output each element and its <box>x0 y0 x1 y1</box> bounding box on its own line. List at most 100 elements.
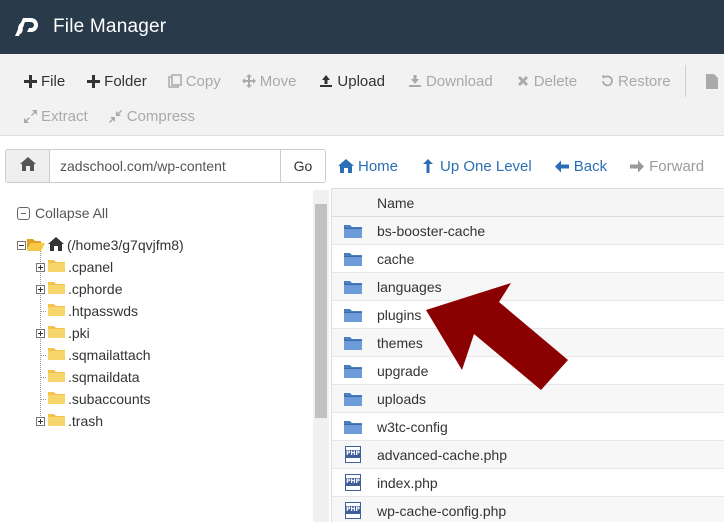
tree-item[interactable]: .cpanel <box>36 257 113 277</box>
plus-icon <box>85 73 101 89</box>
file-name: themes <box>377 334 423 351</box>
tree-item-label: .pki <box>68 325 90 341</box>
tree-root[interactable]: (/home3/g7qvjfm8) <box>17 235 184 255</box>
extract-icon <box>22 108 38 124</box>
copy-label: Copy <box>185 72 221 90</box>
compress-button[interactable]: Compress <box>104 101 199 131</box>
file-row[interactable]: languages <box>332 273 724 301</box>
restore-label: Restore <box>618 72 671 90</box>
file-name: plugins <box>377 306 422 323</box>
file-row[interactable]: w3tc-config <box>332 413 724 441</box>
cpanel-logo-icon[interactable] <box>13 16 43 38</box>
go-button[interactable]: Go <box>280 150 325 182</box>
folder-icon <box>343 418 363 436</box>
upload-button[interactable]: Upload <box>314 66 389 96</box>
plus-icon <box>22 73 38 89</box>
move-button[interactable]: Move <box>237 66 301 96</box>
expand-toggle-icon[interactable] <box>36 284 45 294</box>
file-row[interactable]: upgrade <box>332 357 724 385</box>
file-name: upgrade <box>377 362 429 379</box>
tree-item[interactable]: .sqmailattach <box>36 345 150 365</box>
file-name: wp-cache-config.php <box>377 502 507 519</box>
home-icon <box>338 158 354 174</box>
file-name: uploads <box>377 390 427 407</box>
file-row[interactable]: cache <box>332 245 724 273</box>
expand-toggle-icon[interactable] <box>36 262 45 272</box>
collapse-all-button[interactable]: Collapse All <box>17 205 108 221</box>
file-row[interactable]: themes <box>332 329 724 357</box>
file-name: w3tc-config <box>377 418 448 435</box>
tree-root-label: (/home3/g7qvjfm8) <box>67 237 184 253</box>
scrollbar-thumb[interactable] <box>315 204 327 418</box>
collapse-all-label: Collapse All <box>35 205 109 221</box>
collapse-toggle-icon[interactable] <box>17 240 26 250</box>
new-folder-button[interactable]: Folder <box>81 66 151 96</box>
folder-icon <box>343 306 363 324</box>
up-one-level-label: Up One Level <box>440 157 532 175</box>
home-button[interactable]: Home <box>338 158 398 175</box>
arrow-left-icon <box>554 158 570 174</box>
expand-toggle-icon[interactable] <box>36 328 45 338</box>
download-label: Download <box>425 72 493 90</box>
app-title: File Manager <box>53 16 167 37</box>
new-folder-label: Folder <box>104 72 147 90</box>
tree-item[interactable]: .trash <box>36 411 103 431</box>
tree-item[interactable]: .cphorde <box>36 279 122 299</box>
tree-item-label: .sqmaildata <box>68 369 140 385</box>
tree-connector <box>40 376 46 378</box>
home-icon <box>19 156 36 176</box>
arrow-right-icon <box>629 158 645 174</box>
file-name: index.php <box>377 474 438 491</box>
compress-label: Compress <box>126 107 196 125</box>
file-row[interactable]: plugins <box>332 301 724 329</box>
tree-item[interactable]: .subaccounts <box>36 389 151 409</box>
restore-button[interactable]: Restore <box>595 66 675 96</box>
file-name: advanced-cache.php <box>377 446 507 463</box>
tree-item-label: .htpasswds <box>68 303 139 319</box>
new-file-label: File <box>41 72 66 90</box>
tree-item-label: .trash <box>68 413 104 429</box>
copy-icon <box>167 73 183 89</box>
folder-icon <box>48 413 65 429</box>
folder-icon <box>48 259 65 275</box>
forward-label: Forward <box>649 157 705 175</box>
copy-button[interactable]: Copy <box>163 66 225 96</box>
php-file-icon: PHP <box>343 446 363 464</box>
name-column-header[interactable]: Name <box>377 195 414 211</box>
tree-scrollbar[interactable] <box>313 190 329 522</box>
level-up-icon <box>420 158 436 174</box>
restore-icon <box>599 73 615 89</box>
up-one-level-button[interactable]: Up One Level <box>420 158 532 175</box>
file-row[interactable]: uploads <box>332 385 724 413</box>
php-file-icon: PHP <box>343 502 363 520</box>
app-header: File Manager <box>0 0 724 54</box>
extract-label: Extract <box>41 107 88 125</box>
php-file-icon: PHP <box>343 474 363 492</box>
tree-item[interactable]: .pki <box>36 323 90 343</box>
forward-button[interactable]: Forward <box>629 158 704 175</box>
home-label: Home <box>358 157 399 175</box>
delete-button[interactable]: Delete <box>511 66 581 96</box>
back-label: Back <box>573 157 608 175</box>
folder-icon <box>343 250 363 268</box>
more-button[interactable] <box>700 66 724 96</box>
download-button[interactable]: Download <box>403 66 497 96</box>
address-home-button[interactable] <box>6 150 50 182</box>
new-file-button[interactable]: File <box>18 66 69 96</box>
extract-button[interactable]: Extract <box>18 101 92 131</box>
back-button[interactable]: Back <box>554 158 607 175</box>
folder-icon <box>343 334 363 352</box>
document-icon <box>704 73 720 89</box>
tree-item[interactable]: .sqmaildata <box>36 367 140 387</box>
file-name: cache <box>377 250 415 267</box>
path-input[interactable] <box>50 150 280 182</box>
file-row[interactable]: PHP index.php <box>332 469 724 497</box>
move-icon <box>241 73 257 89</box>
expand-toggle-icon[interactable] <box>36 416 45 426</box>
file-row[interactable]: bs-booster-cache <box>332 217 724 245</box>
file-row[interactable]: PHP advanced-cache.php <box>332 441 724 469</box>
file-row[interactable]: PHP wp-cache-config.php <box>332 497 724 522</box>
tree-item-label: .sqmailattach <box>68 347 151 363</box>
tree-connector <box>40 310 46 312</box>
tree-item[interactable]: .htpasswds <box>36 301 138 321</box>
